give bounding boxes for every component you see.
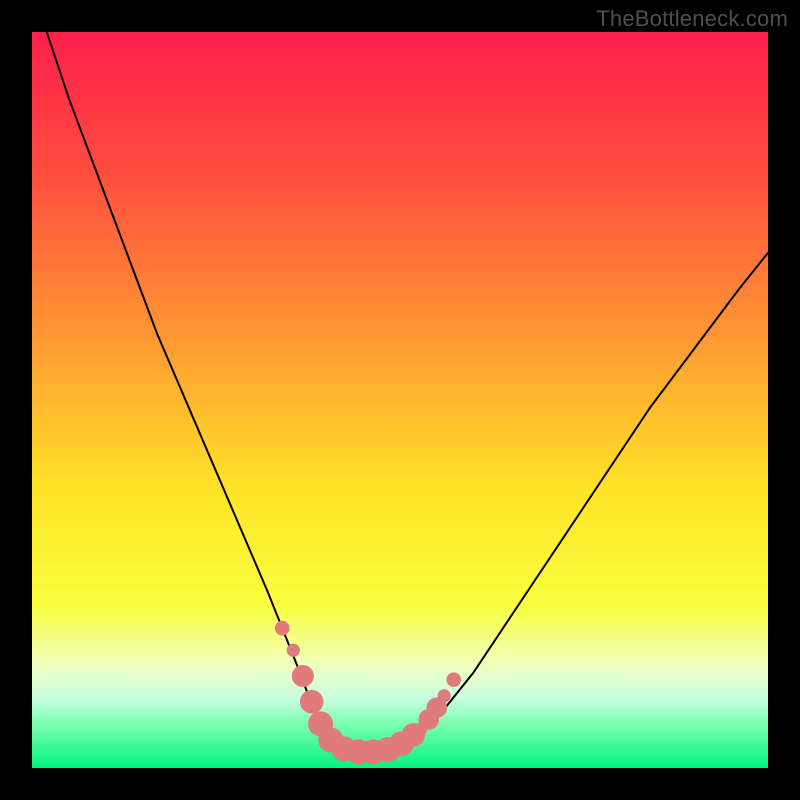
marker-dot [446,672,461,687]
marker-dot [292,665,314,687]
chart-gradient-background [32,32,768,768]
marker-dot [287,644,300,657]
marker-dot [275,621,290,636]
chart-svg [32,32,768,768]
marker-dot [300,690,324,714]
watermark-text: TheBottleneck.com [596,6,788,32]
chart-frame: TheBottleneck.com [0,0,800,800]
chart-plot-area [32,32,768,768]
marker-dot [438,689,451,702]
